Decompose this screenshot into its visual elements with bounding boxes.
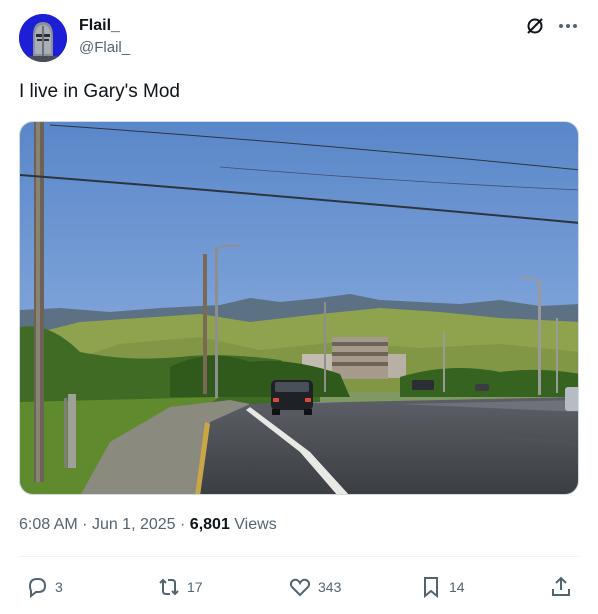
post-date[interactable]: Jun 1, 2025: [92, 516, 176, 533]
bookmark-count: 14: [449, 579, 465, 595]
meta-separator: ·: [180, 516, 186, 533]
knight-helmet-avatar-icon: [19, 14, 67, 62]
handle[interactable]: @Flail_: [79, 38, 130, 58]
share-button[interactable]: [549, 574, 573, 600]
post-text: I live in Gary's Mod: [19, 81, 180, 102]
more-icon[interactable]: [558, 16, 578, 36]
repost-count: 17: [187, 579, 203, 595]
views-count: 6,801: [189, 516, 230, 533]
grok-icon[interactable]: [525, 16, 545, 36]
heart-icon: [289, 578, 311, 597]
action-bar: 3 17 343 14: [0, 570, 598, 604]
bookmark-icon: [424, 577, 438, 599]
reply-button[interactable]: 3: [25, 574, 63, 600]
repost-button[interactable]: 17: [157, 574, 203, 600]
post-time[interactable]: 6:08 AM: [19, 516, 78, 533]
bookmark-button[interactable]: 14: [419, 574, 465, 600]
display-name[interactable]: Flail_: [79, 16, 130, 36]
post-photo[interactable]: [19, 121, 579, 495]
reply-icon: [28, 578, 47, 599]
post-header: Flail_ @Flail_: [0, 0, 598, 66]
views-label: Views: [234, 516, 277, 533]
meta-separator: ·: [82, 516, 88, 533]
divider: [19, 556, 579, 557]
reply-count: 3: [55, 579, 63, 595]
post-meta: 6:08 AM · Jun 1, 2025 · 6,801 Views: [19, 515, 277, 535]
repost-icon: [159, 578, 179, 596]
author-names: Flail_ @Flail_: [79, 16, 130, 58]
like-count: 343: [318, 579, 342, 595]
like-button[interactable]: 343: [288, 574, 341, 600]
share-icon: [552, 576, 570, 596]
avatar[interactable]: [19, 14, 67, 62]
